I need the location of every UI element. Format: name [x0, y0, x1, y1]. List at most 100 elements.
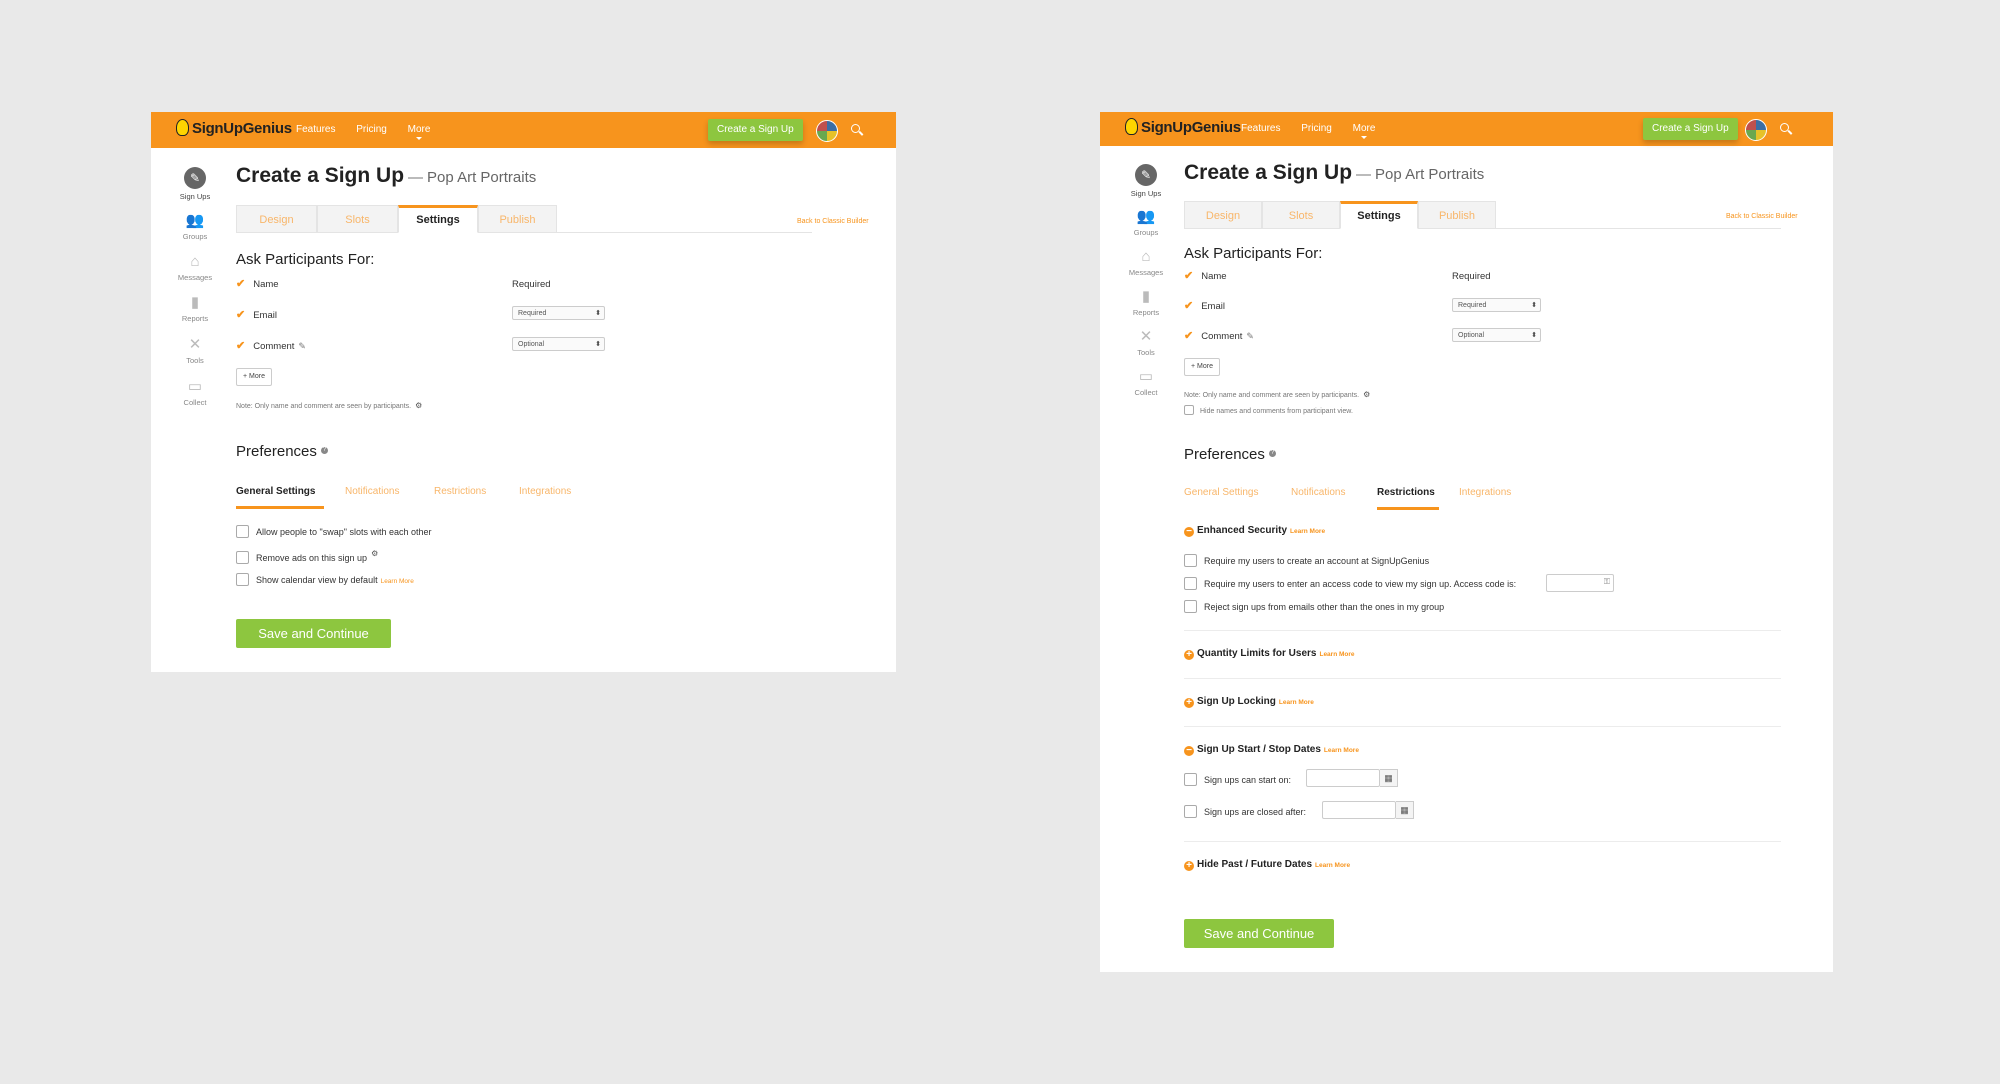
help-icon[interactable]: ? [1268, 450, 1276, 457]
sidebar-item-messages[interactable]: ⌂ Messages [1116, 248, 1176, 277]
create-signup-button[interactable]: Create a Sign Up [708, 119, 803, 141]
tab-settings[interactable]: Settings [1340, 201, 1418, 229]
tab-settings[interactable]: Settings [398, 205, 478, 233]
nav-features[interactable]: Features [296, 124, 335, 135]
gear-icon[interactable]: ⚙ [371, 549, 378, 558]
tab-design[interactable]: Design [236, 205, 317, 233]
tab-publish[interactable]: Publish [1418, 201, 1496, 229]
search-icon[interactable] [851, 124, 860, 133]
comment-requirement-select[interactable]: Optional [512, 337, 605, 352]
add-more-fields-button[interactable]: + More [1184, 358, 1220, 376]
pencil-icon[interactable]: ✎ [1246, 331, 1254, 341]
check-icon[interactable]: ✔ [1184, 330, 1193, 342]
learn-more-link[interactable]: Learn More [1324, 747, 1359, 754]
save-and-continue-button[interactable]: Save and Continue [1184, 919, 1334, 948]
pencil-icon[interactable]: ✎ [298, 341, 306, 351]
help-icon[interactable]: ? [320, 447, 328, 454]
sidebar-item-collect[interactable]: ▭ Collect [1116, 368, 1176, 397]
require-access-code-checkbox[interactable] [1184, 577, 1197, 590]
active-subtab-indicator [236, 506, 324, 509]
subtab-restrictions[interactable]: Restrictions [1377, 487, 1435, 498]
nav-pricing[interactable]: Pricing [356, 124, 387, 135]
access-code-input[interactable]: ⚿ [1546, 574, 1614, 592]
email-requirement-select[interactable]: Required [1452, 298, 1541, 313]
sidebar-item-signups[interactable]: ✎ Sign Ups [165, 167, 225, 201]
closed-date-input[interactable] [1322, 801, 1396, 819]
subtab-restrictions[interactable]: Restrictions [434, 486, 486, 497]
subtab-general-settings[interactable]: General Settings [1184, 487, 1259, 498]
subtab-integrations[interactable]: Integrations [1459, 487, 1511, 498]
nav-more[interactable]: More [1353, 123, 1376, 134]
require-account-checkbox[interactable] [1184, 554, 1197, 567]
expand-icon[interactable]: + [1184, 698, 1194, 708]
sidebar-item-signups[interactable]: ✎ Sign Ups [1116, 164, 1176, 198]
check-icon[interactable]: ✔ [236, 340, 245, 352]
expand-icon[interactable]: + [1184, 861, 1194, 871]
expand-icon[interactable]: + [1184, 650, 1194, 660]
create-signup-button[interactable]: Create a Sign Up [1643, 118, 1738, 140]
back-to-classic-link[interactable]: Back to Classic Builder [797, 218, 869, 225]
start-stop-dates-section[interactable]: − Sign Up Start / Stop Dates Learn More [1184, 744, 1359, 756]
enhanced-security-section[interactable]: − Enhanced Security Learn More [1184, 525, 1325, 537]
sidebar-item-tools[interactable]: ✕ Tools [165, 336, 225, 365]
collapse-icon[interactable]: − [1184, 527, 1194, 537]
logo[interactable]: SignUpGenius [176, 119, 292, 137]
sidebar-item-groups[interactable]: 👥 Groups [1116, 208, 1176, 237]
subtab-notifications[interactable]: Notifications [345, 486, 399, 497]
tab-design[interactable]: Design [1184, 201, 1262, 229]
sidebar-item-tools[interactable]: ✕ Tools [1116, 328, 1176, 357]
nav-pricing[interactable]: Pricing [1301, 123, 1332, 134]
nav-features[interactable]: Features [1241, 123, 1280, 134]
signup-locking-section[interactable]: + Sign Up Locking Learn More [1184, 696, 1314, 708]
nav-more[interactable]: More [408, 124, 431, 135]
learn-more-link[interactable]: Learn More [1315, 862, 1350, 869]
subtab-notifications[interactable]: Notifications [1291, 487, 1345, 498]
sidebar-item-groups[interactable]: 👥 Groups [165, 212, 225, 241]
logo[interactable]: SignUpGenius [1125, 118, 1241, 136]
start-date-checkbox[interactable] [1184, 773, 1197, 786]
check-icon[interactable]: ✔ [236, 278, 245, 290]
calendar-view-checkbox[interactable] [236, 573, 249, 586]
learn-more-link[interactable]: Learn More [1279, 699, 1314, 706]
add-more-fields-button[interactable]: + More [236, 368, 272, 386]
swap-slots-checkbox[interactable] [236, 525, 249, 538]
save-and-continue-button[interactable]: Save and Continue [236, 619, 391, 648]
gear-icon[interactable]: ⚙ [415, 401, 422, 410]
hide-dates-section[interactable]: + Hide Past / Future Dates Learn More [1184, 859, 1350, 871]
learn-more-link[interactable]: Learn More [1319, 651, 1354, 658]
remove-ads-checkbox[interactable] [236, 551, 249, 564]
preferences-heading: Preferences? [1184, 446, 1276, 463]
reject-emails-checkbox[interactable] [1184, 600, 1197, 613]
avatar[interactable] [816, 120, 838, 142]
check-icon[interactable]: ✔ [1184, 270, 1193, 282]
hide-names-checkbox[interactable] [1184, 405, 1194, 415]
back-to-classic-link[interactable]: Back to Classic Builder [1726, 213, 1798, 220]
participant-note: Note: Only name and comment are seen by … [236, 401, 423, 410]
subtab-integrations[interactable]: Integrations [519, 486, 571, 497]
section-divider [1184, 630, 1781, 631]
sidebar-item-collect[interactable]: ▭ Collect [165, 378, 225, 407]
check-icon[interactable]: ✔ [1184, 300, 1193, 312]
learn-more-link[interactable]: Learn More [381, 578, 414, 585]
start-date-input[interactable] [1306, 769, 1380, 787]
tab-publish[interactable]: Publish [478, 205, 557, 233]
comment-requirement-select[interactable]: Optional [1452, 328, 1541, 343]
tab-slots[interactable]: Slots [1262, 201, 1340, 229]
calendar-icon[interactable]: ▦ [1396, 801, 1414, 819]
clipboard-icon: ✎ [184, 167, 206, 189]
avatar[interactable] [1745, 119, 1767, 141]
calendar-icon[interactable]: ▦ [1380, 769, 1398, 787]
learn-more-link[interactable]: Learn More [1290, 528, 1325, 535]
sidebar-item-reports[interactable]: ▮ Reports [1116, 288, 1176, 317]
search-icon[interactable] [1780, 123, 1789, 132]
sidebar-item-reports[interactable]: ▮ Reports [165, 294, 225, 323]
collapse-icon[interactable]: − [1184, 746, 1194, 756]
email-requirement-select[interactable]: Required [512, 306, 605, 321]
tab-slots[interactable]: Slots [317, 205, 398, 233]
check-icon[interactable]: ✔ [236, 309, 245, 321]
gear-icon[interactable]: ⚙ [1363, 390, 1370, 399]
sidebar-item-messages[interactable]: ⌂ Messages [165, 253, 225, 282]
closed-date-checkbox[interactable] [1184, 805, 1197, 818]
subtab-general-settings[interactable]: General Settings [236, 486, 315, 497]
quantity-limits-section[interactable]: + Quantity Limits for Users Learn More [1184, 648, 1355, 660]
